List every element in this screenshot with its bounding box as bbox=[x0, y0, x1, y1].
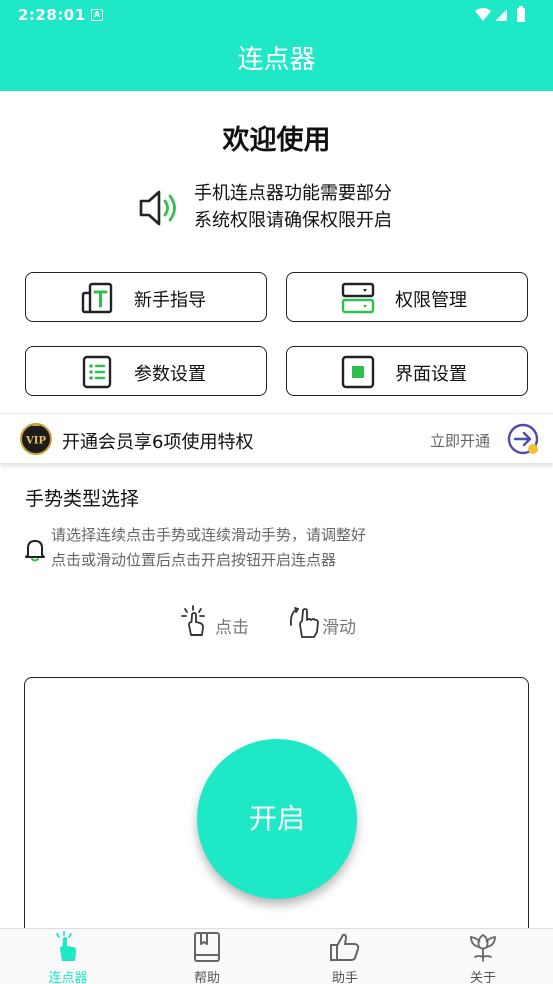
gesture-option-tap[interactable]: 点击 bbox=[181, 605, 261, 641]
param-settings-label: 参数设置 bbox=[134, 364, 206, 385]
start-button[interactable]: 开启 bbox=[197, 739, 357, 899]
wifi-icon bbox=[475, 8, 491, 21]
status-time: 2:28:01 bbox=[18, 6, 86, 24]
tutorial-icon bbox=[80, 281, 114, 315]
svg-text:VIP: VIP bbox=[25, 436, 46, 447]
vip-text: 开通会员享6项使用特权 bbox=[62, 432, 254, 453]
vip-open-link[interactable]: 立即开通 bbox=[430, 430, 490, 451]
list-settings-icon bbox=[80, 355, 114, 389]
permission-button[interactable]: 权限管理 bbox=[286, 272, 528, 322]
tutorial-label: 新手指导 bbox=[134, 290, 206, 311]
tap-icon bbox=[52, 931, 84, 963]
flower-icon bbox=[467, 931, 499, 963]
notice-line-1: 手机连点器功能需要部分 bbox=[194, 183, 392, 204]
signal-icon bbox=[495, 9, 507, 21]
thumbs-up-icon bbox=[329, 931, 361, 963]
nav-item-help[interactable]: 帮助 bbox=[162, 929, 252, 984]
bell-icon bbox=[24, 538, 46, 566]
gesture-hint: 请选择连续点击手势或连续滑动手势，请调整好 点击或滑动位置后点击开启按钮开启连点… bbox=[51, 523, 421, 573]
permission-label: 权限管理 bbox=[395, 290, 467, 311]
param-settings-button[interactable]: 参数设置 bbox=[25, 346, 267, 396]
battery-icon bbox=[517, 6, 525, 22]
notification-icon: A bbox=[91, 9, 103, 21]
nav-label-help: 帮助 bbox=[193, 971, 220, 984]
status-icons bbox=[473, 6, 537, 28]
nav-label-assistant: 助手 bbox=[331, 971, 358, 984]
gesture-hint-line-1: 请选择连续点击手势或连续滑动手势，请调整好 bbox=[51, 526, 367, 544]
nav-label-clicker: 连点器 bbox=[48, 971, 88, 984]
nav-item-about[interactable]: 关于 bbox=[438, 929, 528, 984]
bottom-nav: 连点器 帮助 助手 关于 bbox=[0, 928, 553, 984]
nav-label-about: 关于 bbox=[469, 971, 496, 984]
swipe-gesture-label: 滑动 bbox=[322, 618, 356, 638]
interface-icon bbox=[341, 355, 375, 389]
gesture-section-title: 手势类型选择 bbox=[25, 488, 140, 510]
vip-banner[interactable]: VIP 开通会员享6项使用特权 立即开通 bbox=[0, 413, 553, 463]
arrow-right-icon[interactable] bbox=[507, 423, 541, 457]
app-bar: 连点器 bbox=[0, 30, 553, 91]
swipe-gesture-icon bbox=[288, 605, 322, 645]
app-title: 连点器 bbox=[237, 45, 316, 75]
permission-icon bbox=[341, 281, 375, 315]
nav-item-assistant[interactable]: 助手 bbox=[300, 929, 390, 984]
tap-gesture-label: 点击 bbox=[215, 618, 249, 638]
tap-gesture-icon bbox=[181, 605, 209, 645]
interface-settings-button[interactable]: 界面设置 bbox=[286, 346, 528, 396]
vip-badge-icon: VIP bbox=[20, 423, 52, 455]
gesture-option-swipe[interactable]: 滑动 bbox=[288, 605, 368, 641]
status-bar: 2:28:01 A bbox=[0, 0, 553, 30]
welcome-title: 欢迎使用 bbox=[222, 125, 331, 156]
book-icon bbox=[191, 931, 223, 963]
notice-line-2: 系统权限请确保权限开启 bbox=[194, 210, 392, 231]
tutorial-button[interactable]: 新手指导 bbox=[25, 272, 267, 322]
interface-settings-label: 界面设置 bbox=[395, 364, 467, 385]
speaker-icon bbox=[138, 188, 182, 232]
nav-item-clicker[interactable]: 连点器 bbox=[23, 929, 113, 984]
gesture-hint-line-2: 点击或滑动位置后点击开启按钮开启连点器 bbox=[51, 551, 337, 569]
